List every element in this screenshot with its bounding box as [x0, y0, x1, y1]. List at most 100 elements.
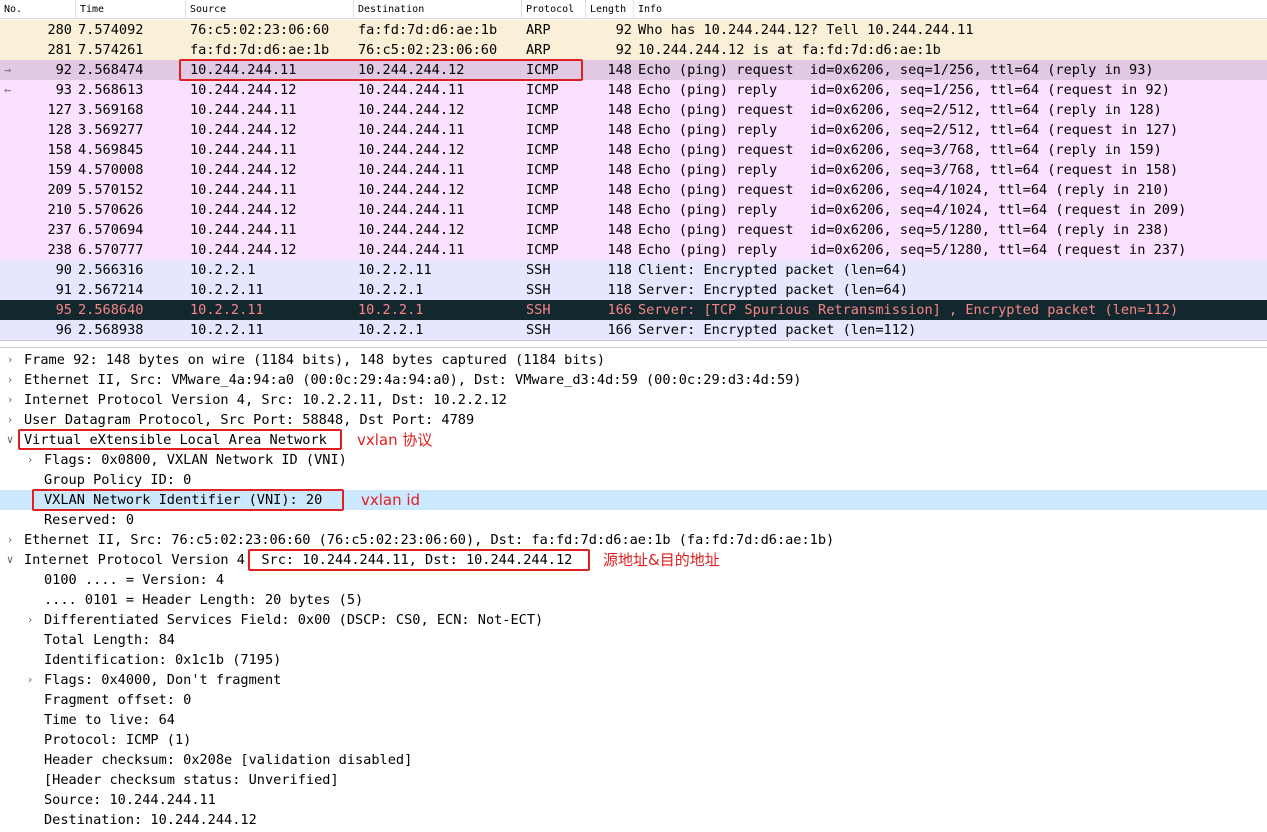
packet-no: 209 [47, 182, 72, 198]
collapsed-arrow-icon[interactable]: › [4, 390, 16, 410]
packet-no: 95 [55, 302, 72, 318]
packet-destination: 10.244.244.11 [358, 202, 465, 218]
detail-row[interactable]: Source: 10.244.244.11 [0, 790, 1267, 810]
sort-ascending-icon: ^ [578, 0, 584, 7]
packet-row[interactable]: 127 3.569168 10.244.244.11 10.244.244.12 ICM… [0, 100, 1267, 120]
collapsed-arrow-icon[interactable]: › [24, 450, 36, 470]
detail-row[interactable]: › Differentiated Services Field: 0x00 (DS… [0, 610, 1267, 630]
packet-length: 148 [607, 222, 632, 238]
packet-length: 148 [607, 62, 632, 78]
packet-list[interactable]: 280 7.574092 76:c5:02:23:06:60 fa:fd:7d:d6:… [0, 20, 1267, 340]
packet-time: 6.570777 [78, 242, 144, 258]
detail-row[interactable]: ∨ Virtual eXtensible Local Area Network [0, 430, 1267, 450]
packet-row[interactable]: 90 2.566316 10.2.2.1 10.2.2.11 SSH 118 Client:… [0, 260, 1267, 280]
packet-no: 281 [47, 42, 72, 58]
column-header-source[interactable]: Source [186, 0, 354, 19]
packet-destination: 10.244.244.11 [358, 122, 465, 138]
packet-info: Client: Encrypted packet (len=64) [638, 262, 909, 278]
detail-row[interactable]: › Flags: 0x0800, VXLAN Network ID (VNI) [0, 450, 1267, 470]
detail-row[interactable]: Reserved: 0 [0, 510, 1267, 530]
packet-details[interactable]: › Frame 92: 148 bytes on wire (1184 bits)… [0, 350, 1267, 832]
packet-row[interactable]: 159 4.570008 10.244.244.12 10.244.244.11 ICM… [0, 160, 1267, 180]
detail-row[interactable]: Time to live: 64 [0, 710, 1267, 730]
packet-length: 166 [607, 322, 632, 338]
detail-text: Internet Protocol Version 4, Src: 10.244… [24, 552, 573, 568]
packet-length: 148 [607, 242, 632, 258]
packet-no: 238 [47, 242, 72, 258]
packet-protocol: ICMP [526, 122, 559, 138]
packet-row[interactable]: 158 4.569845 10.244.244.11 10.244.244.12 ICM… [0, 140, 1267, 160]
packet-row[interactable]: 95 2.568640 10.2.2.11 10.2.2.1 SSH 166 Server:… [0, 300, 1267, 320]
detail-row[interactable]: [Header checksum status: Unverified] [0, 770, 1267, 790]
detail-row[interactable]: Destination: 10.244.244.12 [0, 810, 1267, 830]
packet-row[interactable]: 91 2.567214 10.2.2.11 10.2.2.1 SSH 118 Server:… [0, 280, 1267, 300]
packet-row[interactable]: 281 7.574261 fa:fd:7d:d6:ae:1b 76:c5:02:23:… [0, 40, 1267, 60]
packet-protocol: ICMP [526, 62, 559, 78]
detail-text: Destination: 10.244.244.12 [44, 812, 257, 828]
packet-destination: 10.244.244.12 [358, 182, 465, 198]
detail-row[interactable]: › Ethernet II, Src: VMware_4a:94:a0 (00:0… [0, 370, 1267, 390]
detail-row[interactable]: 0100 .... = Version: 4 [0, 570, 1267, 590]
packet-protocol: SSH [526, 262, 551, 278]
packet-row[interactable]: → 92 2.568474 10.244.244.11 10.244.244.12 ICM… [0, 60, 1267, 80]
packet-length: 92 [615, 22, 632, 38]
detail-row[interactable]: Group Policy ID: 0 [0, 470, 1267, 490]
packet-row[interactable]: 96 2.568938 10.2.2.11 10.2.2.1 SSH 166 Server:… [0, 320, 1267, 340]
packet-row[interactable]: 280 7.574092 76:c5:02:23:06:60 fa:fd:7d:d6:… [0, 20, 1267, 40]
packet-length: 148 [607, 162, 632, 178]
detail-row[interactable]: .... 0101 = Header Length: 20 bytes (5) [0, 590, 1267, 610]
detail-row[interactable]: Protocol: ICMP (1) [0, 730, 1267, 750]
packet-protocol: ICMP [526, 162, 559, 178]
packet-time: 2.567214 [78, 282, 144, 298]
column-header-protocol[interactable]: Protocol [522, 0, 586, 19]
packet-source: 10.2.2.11 [190, 302, 264, 318]
packet-time: 5.570152 [78, 182, 144, 198]
packet-time: 2.568640 [78, 302, 144, 318]
packet-destination: fa:fd:7d:d6:ae:1b [358, 22, 498, 38]
packet-row[interactable]: 210 5.570626 10.244.244.12 10.244.244.11 ICM… [0, 200, 1267, 220]
packet-row[interactable]: 238 6.570777 10.244.244.12 10.244.244.11 ICM… [0, 240, 1267, 260]
detail-row[interactable]: Header checksum: 0x208e [validation disa… [0, 750, 1267, 770]
packet-time: 3.569277 [78, 122, 144, 138]
detail-row[interactable]: Fragment offset: 0 [0, 690, 1267, 710]
packet-info: Echo (ping) request id=0x6206, seq=1/256… [638, 62, 1154, 78]
packet-row[interactable]: 128 3.569277 10.244.244.12 10.244.244.11 ICM… [0, 120, 1267, 140]
column-header-time[interactable]: Time [76, 0, 186, 19]
collapsed-arrow-icon[interactable]: › [4, 350, 16, 370]
packet-length: 118 [607, 282, 632, 298]
collapsed-arrow-icon[interactable]: › [24, 610, 36, 630]
detail-row[interactable]: › Ethernet II, Src: 76:c5:02:23:06:60 (76… [0, 530, 1267, 550]
collapsed-arrow-icon[interactable]: › [4, 410, 16, 430]
packet-row[interactable]: 237 6.570694 10.244.244.11 10.244.244.12 ICM… [0, 220, 1267, 240]
column-header-length[interactable]: Length [586, 0, 634, 19]
detail-row[interactable]: Total Length: 84 [0, 630, 1267, 650]
collapsed-arrow-icon[interactable]: › [24, 670, 36, 690]
pane-splitter[interactable] [0, 340, 1267, 348]
packet-row[interactable]: 209 5.570152 10.244.244.11 10.244.244.12 ICM… [0, 180, 1267, 200]
column-header-no[interactable]: No. [0, 0, 76, 19]
expanded-arrow-icon[interactable]: ∨ [4, 430, 16, 450]
packet-no: 158 [47, 142, 72, 158]
packet-source: 10.244.244.11 [190, 142, 297, 158]
detail-row[interactable]: › Flags: 0x4000, Don't fragment [0, 670, 1267, 690]
detail-text: Identification: 0x1c1b (7195) [44, 652, 282, 668]
detail-row[interactable]: › User Datagram Protocol, Src Port: 58848… [0, 410, 1267, 430]
packet-destination: 10.2.2.1 [358, 302, 424, 318]
packet-source: 10.244.244.12 [190, 162, 297, 178]
detail-row[interactable]: › Internet Protocol Version 4, Src: 10.2.… [0, 390, 1267, 410]
packet-source: 10.244.244.11 [190, 182, 297, 198]
detail-row[interactable]: VXLAN Network Identifier (VNI): 20 [0, 490, 1267, 510]
detail-row[interactable]: › Frame 92: 148 bytes on wire (1184 bits)… [0, 350, 1267, 370]
collapsed-arrow-icon[interactable]: › [4, 370, 16, 390]
column-header-destination[interactable]: Destination [354, 0, 522, 19]
collapsed-arrow-icon[interactable]: › [4, 530, 16, 550]
packet-time: 7.574092 [78, 22, 144, 38]
packet-no: 93 [55, 82, 72, 98]
detail-row[interactable]: Identification: 0x1c1b (7195) [0, 650, 1267, 670]
packet-row[interactable]: ← 93 2.568613 10.244.244.12 10.244.244.11 ICM… [0, 80, 1267, 100]
column-header-info[interactable]: Info [634, 0, 1267, 19]
expanded-arrow-icon[interactable]: ∨ [4, 550, 16, 570]
packet-protocol: ARP [526, 42, 551, 58]
detail-text: Source: 10.244.244.11 [44, 792, 216, 808]
detail-text: Total Length: 84 [44, 632, 175, 648]
